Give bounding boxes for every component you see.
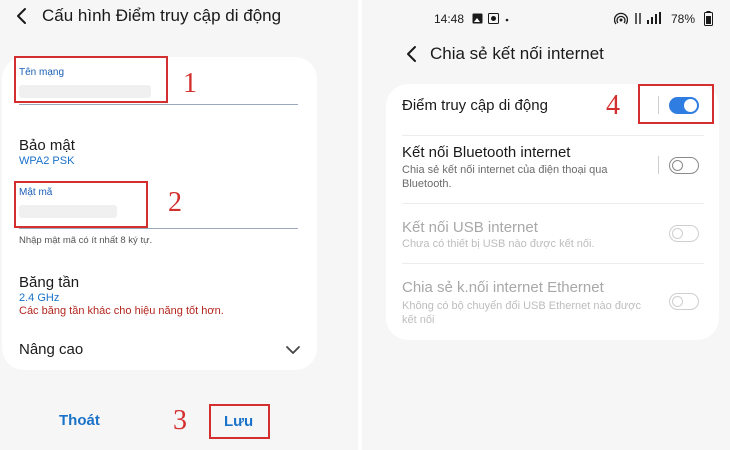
toggle-knob — [672, 295, 683, 307]
annotation-step-2: 2 — [168, 187, 182, 218]
bluetooth-tethering-toggle[interactable] — [669, 157, 699, 174]
page-title: Cấu hình Điểm truy cập di động — [42, 6, 282, 25]
usb-tethering-toggle — [669, 225, 699, 242]
data-transfer-icon — [635, 13, 641, 24]
battery-percent: 78% — [671, 12, 696, 26]
advanced-title[interactable]: Nâng cao — [19, 341, 83, 358]
ethernet-tethering-title: Chia sẻ k.nối internet Ethernet — [402, 279, 604, 296]
tethering-title: Chia sẻ kết nối internet — [430, 44, 604, 63]
band-warning: Các băng tần khác cho hiệu năng tốt hơn. — [19, 305, 224, 317]
network-name-underline — [19, 104, 298, 105]
status-time: 14:48 — [434, 12, 465, 26]
hotspot-icon — [614, 12, 628, 25]
band-title[interactable]: Băng tần — [19, 274, 79, 291]
annotation-box-network-name — [14, 56, 168, 103]
mobile-hotspot-title[interactable]: Điểm truy cập di động — [402, 97, 548, 114]
back-arrow-icon[interactable] — [12, 6, 32, 26]
annotation-box-password — [14, 181, 148, 228]
annotation-step-3: 3 — [173, 405, 187, 436]
toggle-knob — [672, 159, 683, 171]
toggle-knob — [672, 227, 683, 239]
ethernet-tethering-subtitle: Không có bộ chuyển đổi USB Ethernet nào … — [402, 300, 642, 326]
usb-tethering-subtitle: Chưa có thiết bị USB nào được kết nối. — [402, 238, 595, 250]
back-arrow-icon[interactable] — [402, 44, 422, 64]
password-hint: Nhập mật mã có ít nhất 8 ký tự. — [19, 235, 153, 246]
annotation-box-hotspot-toggle — [638, 84, 714, 124]
row-separator — [402, 203, 704, 204]
chevron-down-icon[interactable] — [285, 345, 301, 355]
annotation-step-4: 4 — [606, 90, 620, 121]
password-underline — [19, 228, 298, 229]
security-value: WPA2 PSK — [19, 155, 75, 167]
more-notifications-icon — [505, 18, 509, 22]
band-value: 2.4 GHz — [19, 292, 60, 304]
security-title[interactable]: Bảo mật — [19, 137, 75, 154]
ethernet-tethering-toggle — [669, 293, 699, 310]
bluetooth-tethering-subtitle: Chia sẻ kết nối internet của điện thoại … — [402, 164, 608, 190]
signal-strength-icon — [647, 12, 661, 24]
annotation-box-save — [209, 404, 270, 439]
row-vertical-divider — [658, 156, 659, 174]
row-separator — [402, 263, 704, 264]
battery-icon — [704, 11, 713, 26]
bluetooth-tethering-title[interactable]: Kết nối Bluetooth internet — [402, 144, 570, 161]
gallery-icon — [472, 13, 483, 24]
exit-button[interactable]: Thoát — [59, 412, 100, 429]
usb-tethering-title: Kết nối USB internet — [402, 219, 538, 236]
annotation-step-1: 1 — [183, 68, 197, 99]
row-separator — [402, 135, 704, 136]
image-icon — [488, 13, 499, 24]
